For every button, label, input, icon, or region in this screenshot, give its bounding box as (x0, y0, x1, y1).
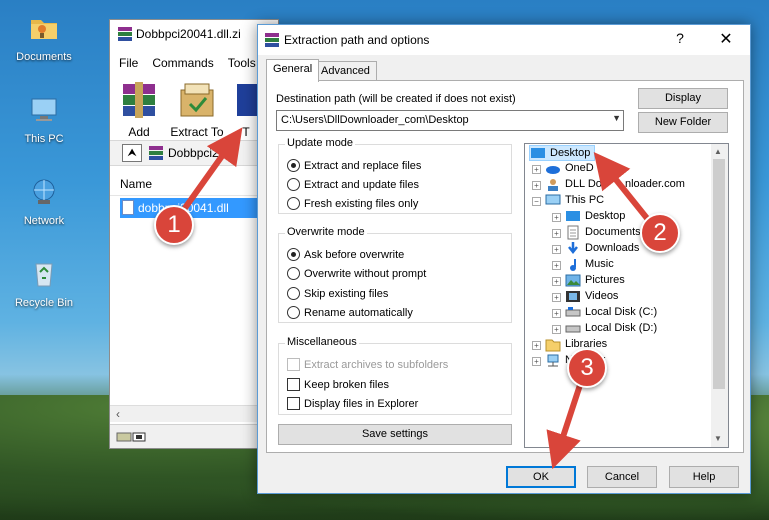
arrow-to-desktop (593, 151, 653, 224)
step-marker-1: 1 (154, 205, 194, 245)
annotation-arrows (177, 127, 653, 470)
arrow-to-ok (546, 384, 583, 470)
tab-general[interactable]: General (266, 59, 320, 82)
arrow-to-extract (177, 127, 243, 217)
step-marker-2: 2 (640, 213, 680, 253)
step-marker-3: 3 (567, 348, 607, 388)
